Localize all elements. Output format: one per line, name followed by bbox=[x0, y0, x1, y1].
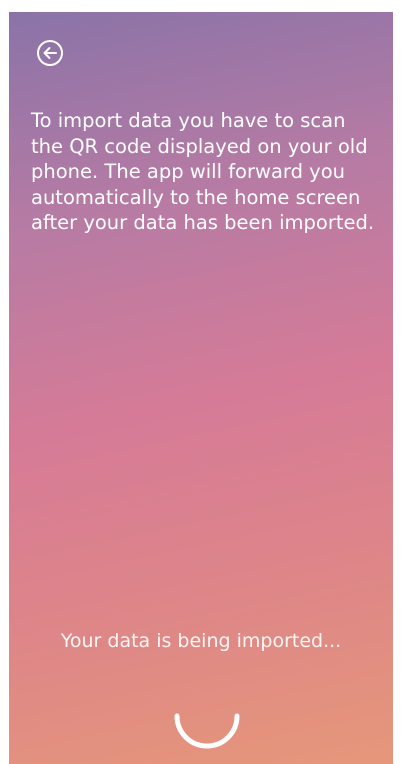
back-button[interactable] bbox=[33, 36, 67, 70]
arrow-left-circle-icon bbox=[37, 40, 63, 66]
import-screen: To import data you have to scan the QR c… bbox=[9, 12, 393, 764]
import-instructions: To import data you have to scan the QR c… bbox=[31, 109, 375, 234]
loading-spinner-icon bbox=[174, 713, 240, 749]
import-status-text: Your data is being imported... bbox=[60, 630, 342, 652]
